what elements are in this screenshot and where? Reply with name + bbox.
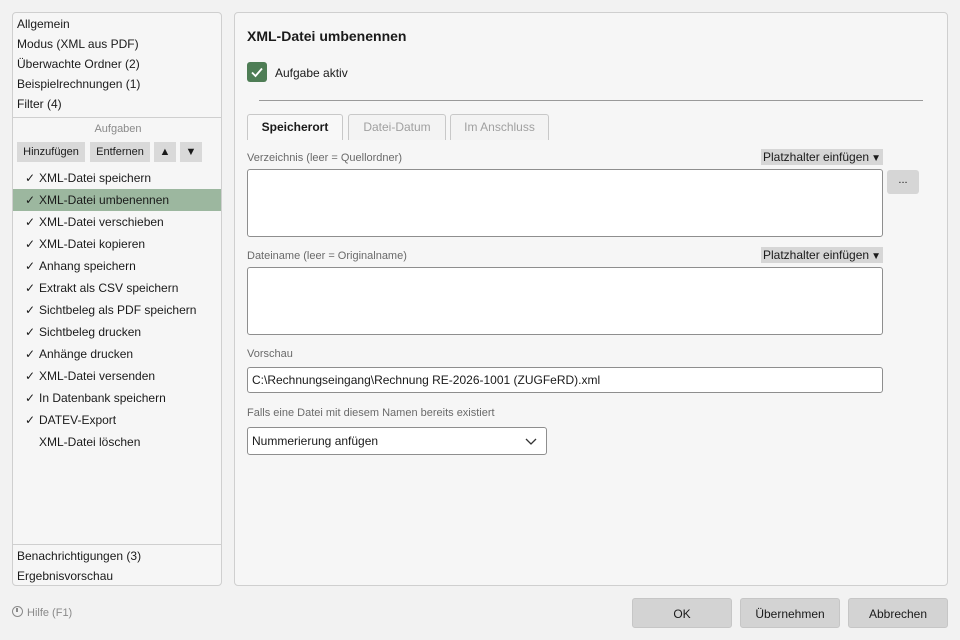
task-list-item[interactable]: ✓ XML-Datei versenden	[13, 365, 221, 387]
task-label: Sichtbeleg drucken	[39, 325, 142, 339]
task-label: Anhänge drucken	[39, 347, 134, 361]
move-down-button[interactable]: ▼	[180, 142, 202, 162]
apply-button[interactable]: Übernehmen	[740, 598, 840, 628]
help-label: Hilfe (F1)	[27, 607, 73, 619]
help-link[interactable]: Hilfe (F1)	[12, 606, 72, 619]
tab-speicherort[interactable]: Speicherort	[247, 114, 343, 140]
checkmark-icon	[251, 67, 263, 78]
task-label: XML-Datei kopieren	[39, 237, 146, 251]
tab-im-anschluss[interactable]: Im Anschluss	[450, 114, 549, 140]
checkmark-icon: ✓	[25, 193, 36, 207]
filename-input[interactable]	[247, 267, 883, 335]
chevron-down-icon: ▼	[871, 153, 881, 164]
checkmark-icon: ✓	[25, 391, 36, 405]
nav-item-allgemein[interactable]: Allgemein	[17, 14, 70, 34]
tab-datei-datum[interactable]: Datei-Datum	[348, 114, 446, 140]
nav-item-modus[interactable]: Modus (XML aus PDF)	[17, 34, 139, 54]
task-active-label: Aufgabe aktiv	[275, 66, 348, 80]
remove-task-button[interactable]: Entfernen	[90, 142, 150, 162]
add-task-button[interactable]: Hinzufügen	[17, 142, 85, 162]
sidebar-divider	[13, 544, 221, 545]
tasks-heading: Aufgaben	[94, 123, 142, 135]
checkmark-icon: ✓	[25, 281, 36, 295]
chevron-down-icon	[525, 438, 537, 445]
task-label: DATEV-Export	[39, 413, 117, 427]
nav-item-filter[interactable]: Filter (4)	[17, 94, 62, 114]
checkmark-icon: ✓	[25, 303, 36, 317]
task-list-item[interactable]: ✓ Sichtbeleg drucken	[13, 321, 221, 343]
task-list-item[interactable]: ✓ DATEV-Export	[13, 409, 221, 431]
task-label: XML-Datei umbenennen	[39, 193, 170, 207]
task-list-item[interactable]: XML-Datei löschen	[13, 431, 221, 453]
task-list-item[interactable]: ✓ Anhänge drucken	[13, 343, 221, 365]
checkmark-icon: ✓	[25, 325, 36, 339]
insert-placeholder-label: Platzhalter einfügen	[763, 248, 870, 262]
task-list-item[interactable]: ✓ XML-Datei kopieren	[13, 233, 221, 255]
browse-button[interactable]: ...	[887, 170, 919, 194]
ok-button[interactable]: OK	[632, 598, 732, 628]
nav-item-ergebnisvorschau[interactable]: Ergebnisvorschau	[17, 566, 113, 586]
task-label: In Datenbank speichern	[39, 391, 166, 405]
checkmark-icon: ✓	[25, 237, 36, 251]
checkmark-icon: ✓	[25, 413, 36, 427]
info-icon	[12, 606, 23, 617]
move-up-button[interactable]: ▲	[154, 142, 176, 162]
checkmark-icon: ✓	[25, 215, 36, 229]
task-label: XML-Datei speichern	[39, 171, 152, 185]
task-label: XML-Datei verschieben	[39, 215, 164, 229]
page-title: XML-Datei umbenennen	[247, 28, 407, 44]
task-list-item[interactable]: ✓ XML-Datei speichern	[13, 167, 221, 189]
header-divider	[259, 100, 923, 101]
task-list-item[interactable]: ✓ Anhang speichern	[13, 255, 221, 277]
nav-item-ueberwachte-ordner[interactable]: Überwachte Ordner (2)	[17, 54, 140, 74]
preview-field[interactable]: C:\Rechnungseingang\Rechnung RE-2026-100…	[247, 367, 883, 393]
task-list-item[interactable]: ✓ In Datenbank speichern	[13, 387, 221, 409]
task-label: XML-Datei löschen	[39, 435, 141, 449]
filename-label: Dateiname (leer = Originalname)	[247, 250, 407, 262]
insert-placeholder-label: Platzhalter einfügen	[763, 150, 870, 164]
conflict-dropdown-value: Nummerierung anfügen	[252, 434, 379, 448]
checkmark-icon: ✓	[25, 347, 36, 361]
cancel-button[interactable]: Abbrechen	[848, 598, 948, 628]
task-active-checkbox[interactable]	[247, 62, 267, 82]
preview-label: Vorschau	[247, 348, 293, 360]
insert-placeholder-filename-button[interactable]: Platzhalter einfügen ▼	[761, 247, 883, 263]
directory-input[interactable]	[247, 169, 883, 237]
task-label: XML-Datei versenden	[39, 369, 156, 383]
nav-item-benachrichtigungen[interactable]: Benachrichtigungen (3)	[17, 546, 141, 566]
task-list-item[interactable]: ✓ Extrakt als CSV speichern	[13, 277, 221, 299]
nav-item-beispielrechnungen[interactable]: Beispielrechnungen (1)	[17, 74, 140, 94]
task-label: Sichtbeleg als PDF speichern	[39, 303, 197, 317]
conflict-label: Falls eine Datei mit diesem Namen bereit…	[247, 407, 495, 419]
task-label: Anhang speichern	[39, 259, 136, 273]
task-settings-panel: XML-Datei umbenennen Aufgabe aktiv Speic…	[234, 12, 948, 586]
task-list-item[interactable]: ✓ Sichtbeleg als PDF speichern	[13, 299, 221, 321]
settings-navigation-panel: Allgemein Modus (XML aus PDF) Überwachte…	[12, 12, 222, 586]
sidebar-divider	[13, 117, 221, 118]
chevron-down-icon: ▼	[871, 251, 881, 262]
conflict-dropdown[interactable]: Nummerierung anfügen	[247, 427, 547, 455]
task-label: Extrakt als CSV speichern	[39, 281, 179, 295]
task-list-item[interactable]: ✓ XML-Datei verschieben	[13, 211, 221, 233]
checkmark-icon: ✓	[25, 171, 36, 185]
checkmark-icon: ✓	[25, 259, 36, 273]
insert-placeholder-directory-button[interactable]: Platzhalter einfügen ▼	[761, 149, 883, 165]
task-list-item[interactable]: ✓ XML-Datei umbenennen	[13, 189, 221, 211]
directory-label: Verzeichnis (leer = Quellordner)	[247, 152, 402, 164]
checkmark-icon: ✓	[25, 369, 36, 383]
